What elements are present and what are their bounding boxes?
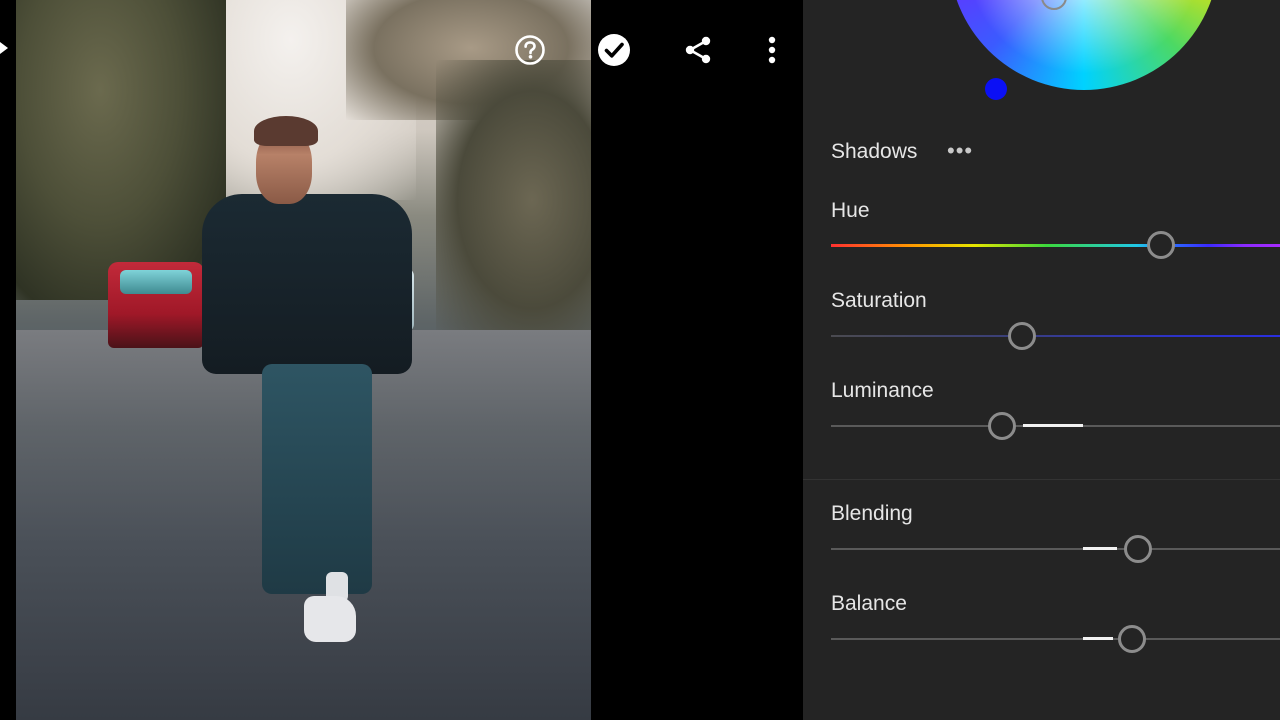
collapse-arrow-icon[interactable] xyxy=(0,42,8,54)
blending-slider-fill xyxy=(1083,547,1117,550)
more-options-button[interactable] xyxy=(754,32,790,68)
saturation-slider-thumb[interactable] xyxy=(1008,322,1036,350)
color-grading-panel: Shadows ••• Hue Saturation Luminance Ble… xyxy=(803,0,1280,720)
blending-label: Blending xyxy=(831,502,913,525)
section-title-shadows: Shadows xyxy=(831,140,918,163)
photo-trees-right xyxy=(436,60,591,340)
balance-slider-track[interactable] xyxy=(831,638,1280,640)
blending-slider-track[interactable] xyxy=(831,548,1280,550)
panel-divider xyxy=(803,479,1280,480)
color-wheel[interactable] xyxy=(949,0,1219,90)
photo-preview[interactable] xyxy=(16,0,591,720)
blending-slider-thumb[interactable] xyxy=(1124,535,1152,563)
photo-person xyxy=(182,116,412,656)
share-icon xyxy=(685,36,711,64)
help-button[interactable] xyxy=(512,32,548,68)
balance-slider-thumb[interactable] xyxy=(1118,625,1146,653)
shadow-color-dot[interactable] xyxy=(985,78,1007,100)
balance-slider-fill xyxy=(1083,637,1113,640)
hue-label: Hue xyxy=(831,199,870,222)
done-button[interactable] xyxy=(596,32,632,68)
shadows-more-options-icon[interactable]: ••• xyxy=(947,138,973,164)
share-button[interactable] xyxy=(680,32,716,68)
saturation-label: Saturation xyxy=(831,289,927,312)
luminance-label: Luminance xyxy=(831,379,934,402)
luminance-slider-fill xyxy=(1023,424,1083,427)
more-vertical-icon xyxy=(768,36,776,64)
checkmark-circle-icon xyxy=(598,34,630,66)
balance-label: Balance xyxy=(831,592,907,615)
help-circle-icon xyxy=(515,35,545,65)
saturation-slider-track[interactable] xyxy=(831,335,1280,337)
hue-slider-track[interactable] xyxy=(831,244,1280,247)
luminance-slider-thumb[interactable] xyxy=(988,412,1016,440)
hue-slider-thumb[interactable] xyxy=(1147,231,1175,259)
